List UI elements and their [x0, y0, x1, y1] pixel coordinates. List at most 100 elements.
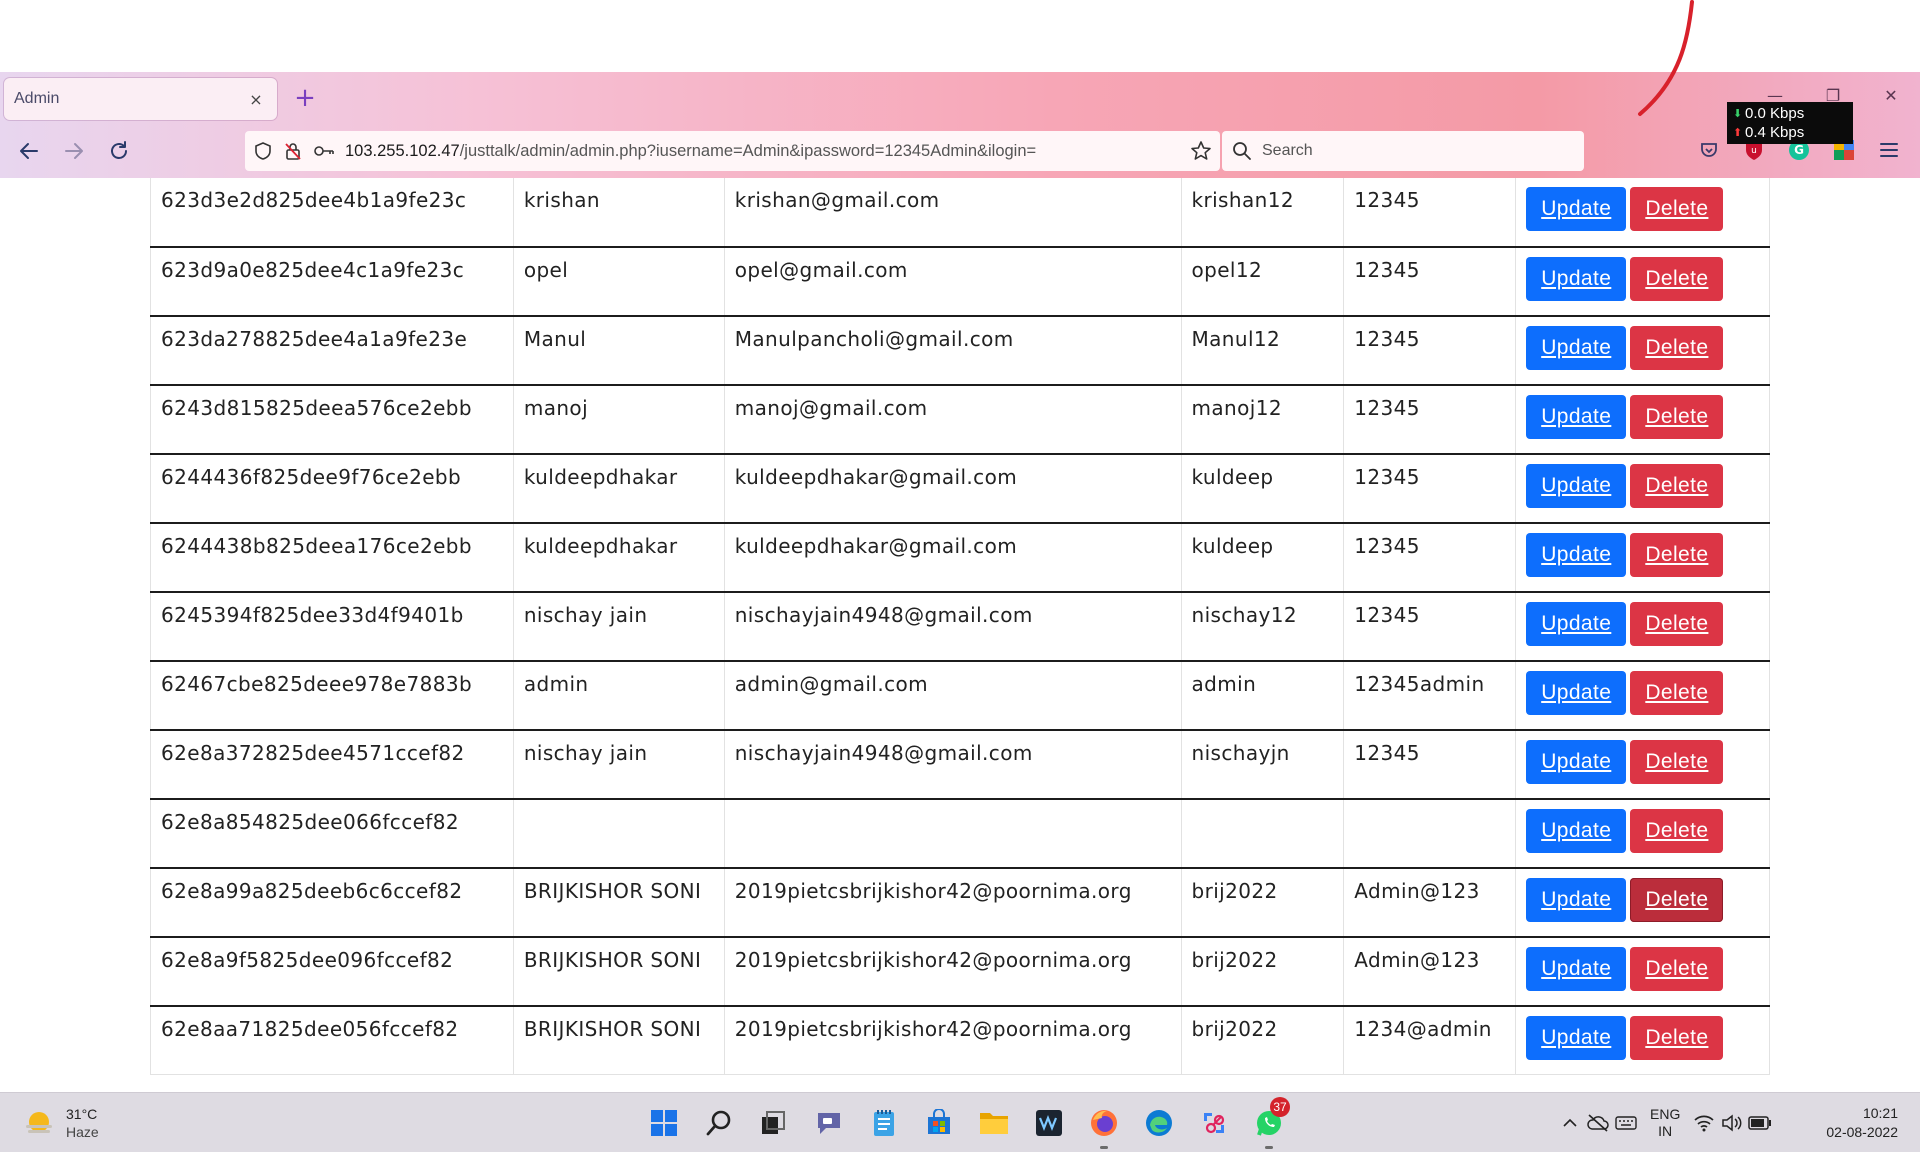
- taskbar-search-button[interactable]: [691, 1101, 746, 1145]
- url-text[interactable]: 103.255.102.47/justtalk/admin/admin.php?…: [345, 142, 1190, 161]
- task-view-button[interactable]: [746, 1101, 801, 1145]
- url-bar[interactable]: 103.255.102.47/justtalk/admin/admin.php?…: [245, 131, 1220, 171]
- password-cell: 12345: [1343, 730, 1517, 800]
- delete-button[interactable]: Delete: [1630, 257, 1724, 301]
- username-cell: admin: [1180, 661, 1345, 731]
- clock[interactable]: 10:21 02-08-2022: [1826, 1104, 1898, 1142]
- update-button[interactable]: Update: [1526, 464, 1627, 508]
- update-button[interactable]: Update: [1526, 326, 1627, 370]
- update-button[interactable]: Update: [1526, 740, 1627, 784]
- back-button[interactable]: [12, 134, 46, 168]
- username-cell: Manul12: [1180, 316, 1345, 386]
- update-button[interactable]: Update: [1526, 878, 1627, 922]
- forward-button[interactable]: [57, 134, 91, 168]
- whatsapp-button[interactable]: 37: [1241, 1097, 1296, 1149]
- update-button[interactable]: Update: [1526, 395, 1627, 439]
- chevron-up-icon: [1563, 1118, 1577, 1127]
- running-indicator: [1264, 1146, 1273, 1149]
- show-hidden-icons-button[interactable]: [1556, 1109, 1584, 1137]
- task-view-icon: [761, 1111, 785, 1134]
- delete-button[interactable]: Delete: [1630, 533, 1724, 577]
- delete-button[interactable]: Delete: [1630, 602, 1724, 646]
- delete-button[interactable]: Delete: [1630, 187, 1724, 231]
- system-tray: ENG IN: [1556, 1106, 1774, 1140]
- actions-cell: Update Delete: [1515, 523, 1770, 593]
- delete-button[interactable]: Delete: [1630, 878, 1724, 922]
- password-cell: Admin@123: [1343, 868, 1517, 938]
- edge-icon: [1145, 1110, 1172, 1136]
- file-explorer-button[interactable]: [966, 1101, 1021, 1145]
- delete-button[interactable]: Delete: [1630, 395, 1724, 439]
- email-cell: nischayjain4948@gmail.com: [723, 592, 1182, 662]
- username-cell: [1180, 799, 1345, 869]
- table-row: 62e8aa71825dee056fccef82 BRIJKISHOR SONI 2…: [150, 1006, 1770, 1075]
- start-button[interactable]: [636, 1101, 691, 1145]
- update-button[interactable]: Update: [1526, 947, 1627, 991]
- update-button[interactable]: Update: [1526, 187, 1627, 231]
- language-indicator[interactable]: ENG IN: [1650, 1106, 1680, 1140]
- update-button[interactable]: Update: [1526, 671, 1627, 715]
- pocket-icon[interactable]: [1697, 138, 1721, 162]
- reload-button[interactable]: [102, 134, 136, 168]
- update-button[interactable]: Update: [1526, 257, 1627, 301]
- waves-app-button[interactable]: [1021, 1101, 1076, 1145]
- password-cell: 12345: [1343, 247, 1517, 317]
- search-bar[interactable]: Search: [1222, 131, 1584, 171]
- tab-close-icon[interactable]: ×: [245, 90, 267, 109]
- bookmark-star-icon[interactable]: [1190, 140, 1212, 162]
- new-tab-button[interactable]: +: [290, 84, 320, 114]
- email-cell: [723, 799, 1182, 869]
- insecure-lock-icon[interactable]: [283, 141, 303, 161]
- upload-speed: 0.4 Kbps: [1745, 124, 1805, 141]
- region-code: IN: [1658, 1123, 1673, 1139]
- firefox-button[interactable]: [1076, 1101, 1131, 1149]
- actions-cell: Update Delete: [1515, 247, 1770, 317]
- forward-arrow-icon: [65, 143, 83, 159]
- key-icon[interactable]: [313, 141, 335, 161]
- battery-button[interactable]: [1746, 1109, 1774, 1137]
- upload-arrow-icon: ⬆: [1733, 127, 1743, 139]
- keyboard-button[interactable]: [1612, 1109, 1640, 1137]
- close-window-button[interactable]: ✕: [1862, 78, 1920, 114]
- update-button[interactable]: Update: [1526, 1016, 1627, 1060]
- snipping-tool-button[interactable]: [1186, 1101, 1241, 1145]
- shield-icon[interactable]: [253, 141, 273, 161]
- delete-button[interactable]: Delete: [1630, 671, 1724, 715]
- delete-button[interactable]: Delete: [1630, 1016, 1724, 1060]
- table-row: 623d9a0e825dee4c1a9fe23c opel opel@gmail.c…: [150, 247, 1770, 317]
- update-button[interactable]: Update: [1526, 533, 1627, 577]
- actions-cell: Update Delete: [1515, 868, 1770, 938]
- back-arrow-icon: [20, 143, 38, 159]
- update-button[interactable]: Update: [1526, 809, 1627, 853]
- actions-cell: Update Delete: [1515, 799, 1770, 869]
- teams-chat-button[interactable]: [801, 1101, 856, 1145]
- name-cell: BRIJKISHOR SONI: [512, 868, 725, 938]
- table-row: 6244436f825dee9f76ce2ebb kuldeepdhakar kul…: [150, 454, 1770, 524]
- waves-app-icon: [1035, 1110, 1062, 1136]
- delete-button[interactable]: Delete: [1630, 809, 1724, 853]
- delete-button[interactable]: Delete: [1630, 947, 1724, 991]
- name-cell: nischay jain: [512, 592, 725, 662]
- notepad-button[interactable]: [856, 1101, 911, 1145]
- delete-button[interactable]: Delete: [1630, 326, 1724, 370]
- name-cell: opel: [512, 247, 725, 317]
- id-cell: 62e8a372825dee4571ccef82: [150, 730, 514, 800]
- actions-cell: Update Delete: [1515, 454, 1770, 524]
- wifi-button[interactable]: [1690, 1109, 1718, 1137]
- cloud-offline-icon: [1587, 1114, 1609, 1132]
- microsoft-store-button[interactable]: [911, 1101, 966, 1145]
- delete-button[interactable]: Delete: [1630, 464, 1724, 508]
- update-button[interactable]: Update: [1526, 602, 1627, 646]
- clock-date: 02-08-2022: [1826, 1124, 1898, 1140]
- delete-button[interactable]: Delete: [1630, 740, 1724, 784]
- table-row: 6243d815825deea576ce2ebb manoj manoj@gmail…: [150, 385, 1770, 455]
- menu-icon[interactable]: [1877, 138, 1901, 162]
- onedrive-offline-button[interactable]: [1584, 1109, 1612, 1137]
- name-cell: BRIJKISHOR SONI: [512, 1006, 725, 1075]
- tab-admin[interactable]: Admin ×: [4, 78, 277, 120]
- actions-cell: Update Delete: [1515, 592, 1770, 662]
- weather-widget[interactable]: 31°C Haze: [22, 1105, 99, 1141]
- volume-button[interactable]: [1718, 1109, 1746, 1137]
- password-cell: Admin@123: [1343, 937, 1517, 1007]
- edge-button[interactable]: [1131, 1101, 1186, 1145]
